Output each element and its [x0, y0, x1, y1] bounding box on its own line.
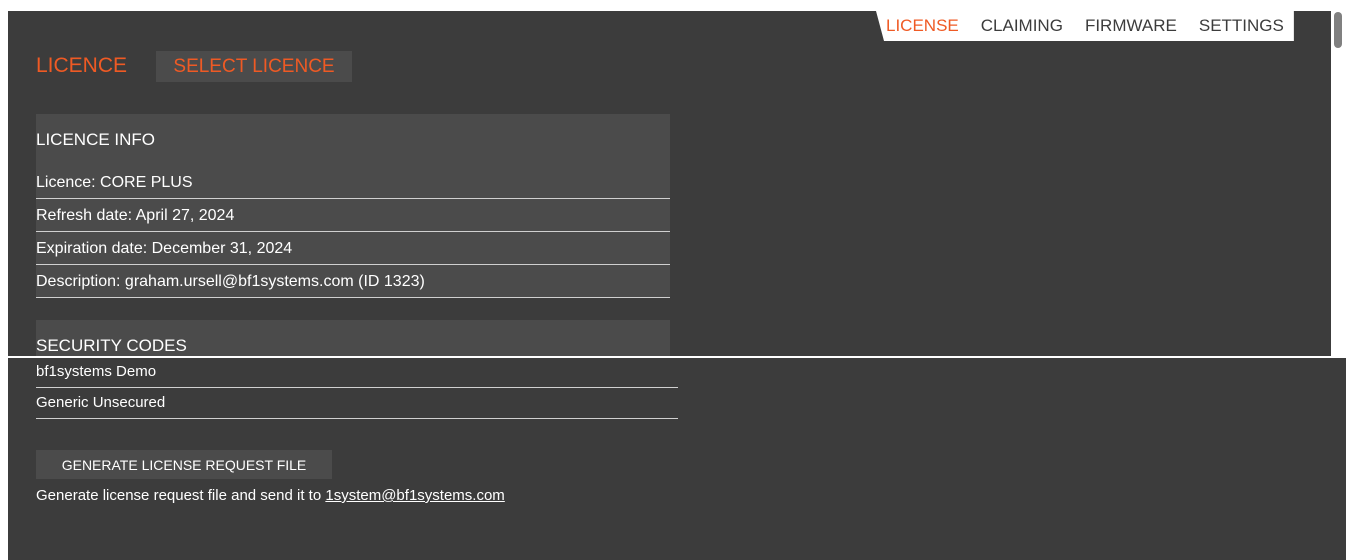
select-licence-button[interactable]: SELECT LICENCE — [156, 51, 352, 82]
tab-settings[interactable]: SETTINGS — [1199, 16, 1284, 36]
scrollbar-track[interactable] — [1331, 11, 1346, 356]
refresh-date-row: Refresh date: April 27, 2024 — [36, 200, 670, 232]
nav-tabs: LICENSE CLAIMING FIRMWARE SETTINGS — [876, 11, 1294, 41]
email-link[interactable]: 1system@bf1systems.com — [325, 487, 504, 504]
scrollbar-thumb[interactable] — [1334, 12, 1342, 48]
tab-license[interactable]: LICENSE — [886, 16, 959, 36]
security-code-item[interactable]: bf1systems Demo — [36, 358, 678, 388]
generate-note-text: Generate license request file and send i… — [36, 487, 322, 504]
tab-claiming[interactable]: CLAIMING — [981, 16, 1063, 36]
licence-row: Licence: CORE PLUS — [36, 167, 670, 199]
security-codes-heading: SECURITY CODES — [36, 336, 187, 355]
licence-info-card: LICENCE INFO Licence: CORE PLUS Refresh … — [36, 114, 670, 298]
licence-info-heading: LICENCE INFO — [36, 130, 156, 149]
page-title: LICENCE — [36, 54, 128, 77]
description-row: Description: graham.ursell@bf1systems.co… — [36, 266, 670, 298]
generate-license-request-button[interactable]: GENERATE LICENSE REQUEST FILE — [36, 450, 332, 479]
expiration-date-row: Expiration date: December 31, 2024 — [36, 233, 670, 265]
generate-note: Generate license request file and send i… — [36, 487, 505, 504]
tab-firmware[interactable]: FIRMWARE — [1085, 16, 1177, 36]
security-codes-card: SECURITY CODES — [36, 320, 670, 356]
security-code-item[interactable]: Generic Unsecured — [36, 389, 678, 419]
